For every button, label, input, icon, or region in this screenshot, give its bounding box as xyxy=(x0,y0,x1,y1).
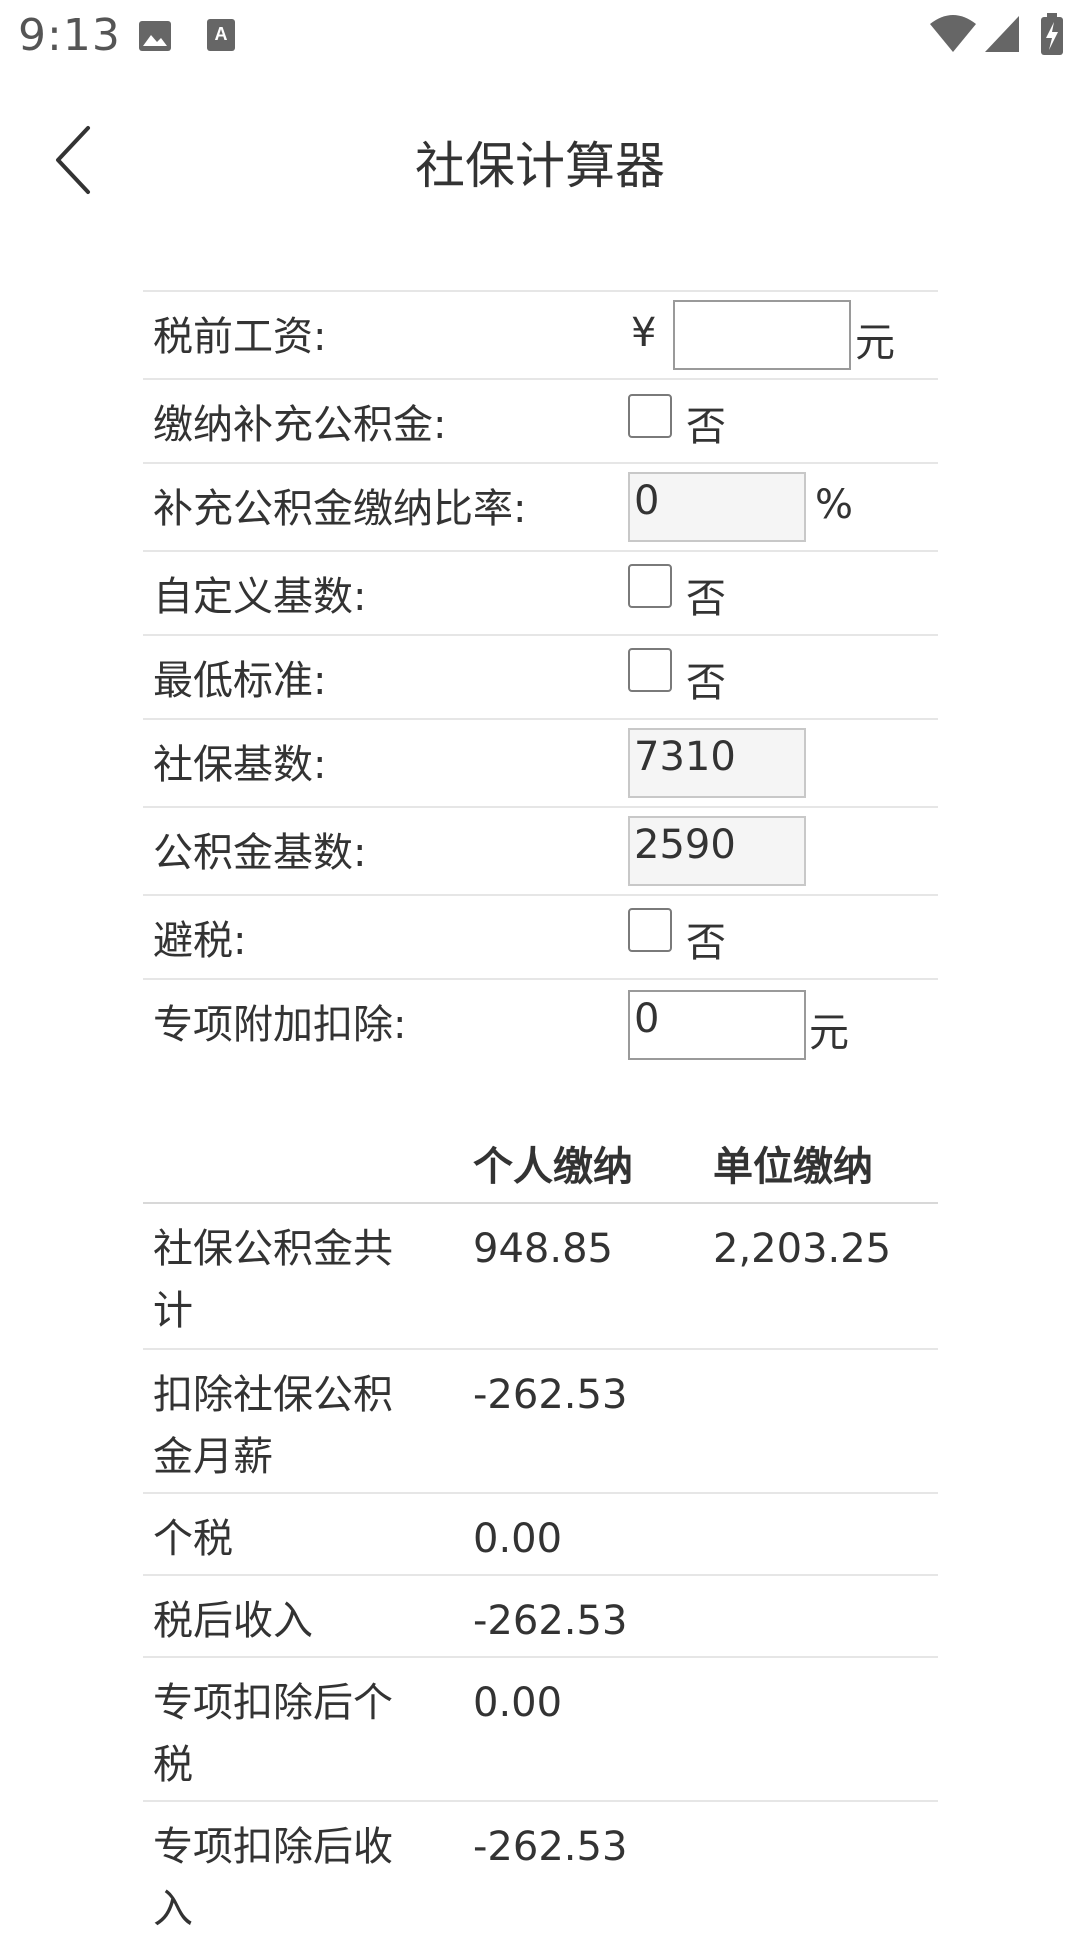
tax-avoid-option: 否 xyxy=(686,920,726,966)
fund-base-input[interactable]: 2590 xyxy=(628,816,806,886)
personal-value: -262.53 xyxy=(473,1598,628,1644)
header-personal: 个人缴纳 xyxy=(473,1144,633,1190)
supplementary-fund-label: 缴纳补充公积金: xyxy=(153,402,447,448)
table-row: 社保公积金共计 948.85 2,203.25 xyxy=(143,1204,938,1350)
table-row: 税后收入 -262.53 xyxy=(143,1576,938,1658)
wifi-icon xyxy=(930,15,976,52)
battery-charging-icon xyxy=(1041,13,1063,55)
app-header: 社保计算器 xyxy=(0,100,1080,220)
form-row-social-base: 社保基数: 7310 xyxy=(143,720,938,808)
supplementary-rate-unit: % xyxy=(815,482,854,528)
special-deduction-label: 专项附加扣除: xyxy=(153,1002,407,1048)
signal-icon xyxy=(985,16,1019,52)
fund-base-label: 公积金基数: xyxy=(153,830,367,876)
text-icon: A xyxy=(207,19,235,51)
form-row-salary: 税前工资: ¥ 元 xyxy=(143,292,938,380)
header-company: 单位缴纳 xyxy=(713,1144,873,1190)
row-label: 专项扣除后收入 xyxy=(153,1824,393,1932)
personal-value: -262.53 xyxy=(473,1372,628,1418)
currency-symbol: ¥ xyxy=(631,310,657,356)
min-standard-option: 否 xyxy=(686,660,726,706)
row-label: 专项扣除后个税 xyxy=(153,1680,393,1788)
row-label: 扣除社保公积金月薪 xyxy=(153,1372,393,1480)
results-header: 个人缴纳 单位缴纳 xyxy=(143,1122,938,1204)
image-icon xyxy=(139,21,171,51)
personal-value: 948.85 xyxy=(473,1226,613,1272)
form-row-min-standard: 最低标准: 否 xyxy=(143,636,938,720)
row-label: 社保公积金共计 xyxy=(153,1226,393,1334)
table-row: 扣除社保公积金月薪 -262.53 xyxy=(143,1350,938,1494)
form-row-tax-avoid: 避税: 否 xyxy=(143,896,938,980)
svg-text:A: A xyxy=(215,24,228,44)
table-row: 个税 0.00 xyxy=(143,1494,938,1576)
form-row-supplementary-fund: 缴纳补充公积金: 否 xyxy=(143,380,938,464)
row-label: 税后收入 xyxy=(153,1598,313,1644)
social-base-label: 社保基数: xyxy=(153,742,327,788)
supplementary-fund-checkbox[interactable] xyxy=(628,394,672,438)
form-row-supplementary-rate: 补充公积金缴纳比率: 0 % xyxy=(143,464,938,552)
company-value: 2,203.25 xyxy=(713,1226,892,1272)
custom-base-checkbox[interactable] xyxy=(628,564,672,608)
supplementary-rate-input[interactable]: 0 xyxy=(628,472,806,542)
personal-value: -262.53 xyxy=(473,1824,628,1870)
table-row: 专项扣除后个税 0.00 xyxy=(143,1658,938,1802)
min-standard-checkbox[interactable] xyxy=(628,648,672,692)
custom-base-label: 自定义基数: xyxy=(153,574,367,620)
form-row-custom-base: 自定义基数: 否 xyxy=(143,552,938,636)
social-base-input[interactable]: 7310 xyxy=(628,728,806,798)
tax-avoid-label: 避税: xyxy=(153,918,247,964)
salary-unit: 元 xyxy=(855,320,895,366)
results-table: 个人缴纳 单位缴纳 社保公积金共计 948.85 2,203.25 扣除社保公积… xyxy=(143,1122,938,1946)
special-deduction-unit: 元 xyxy=(809,1010,849,1056)
personal-value: 0.00 xyxy=(473,1680,563,1726)
status-bar: 9:13 A xyxy=(0,0,1080,72)
personal-value: 0.00 xyxy=(473,1516,563,1562)
form-row-special-deduction: 专项附加扣除: 0 元 xyxy=(143,980,938,1070)
status-time: 9:13 xyxy=(18,10,121,61)
row-label: 个税 xyxy=(153,1516,233,1562)
form-row-fund-base: 公积金基数: 2590 xyxy=(143,808,938,896)
table-row: 专项扣除后收入 -262.53 xyxy=(143,1802,938,1946)
tax-avoid-checkbox[interactable] xyxy=(628,908,672,952)
supplementary-rate-label: 补充公积金缴纳比率: xyxy=(153,486,527,532)
custom-base-option: 否 xyxy=(686,576,726,622)
calculator-form: 税前工资: ¥ 元 缴纳补充公积金: 否 补充公积金缴纳比率: 0 % 自定义基… xyxy=(143,290,938,1070)
page-title: 社保计算器 xyxy=(415,137,665,195)
special-deduction-input[interactable]: 0 xyxy=(628,990,806,1060)
supplementary-fund-option: 否 xyxy=(686,404,726,450)
salary-label: 税前工资: xyxy=(153,314,327,360)
min-standard-label: 最低标准: xyxy=(153,658,327,704)
salary-input[interactable] xyxy=(673,300,851,370)
